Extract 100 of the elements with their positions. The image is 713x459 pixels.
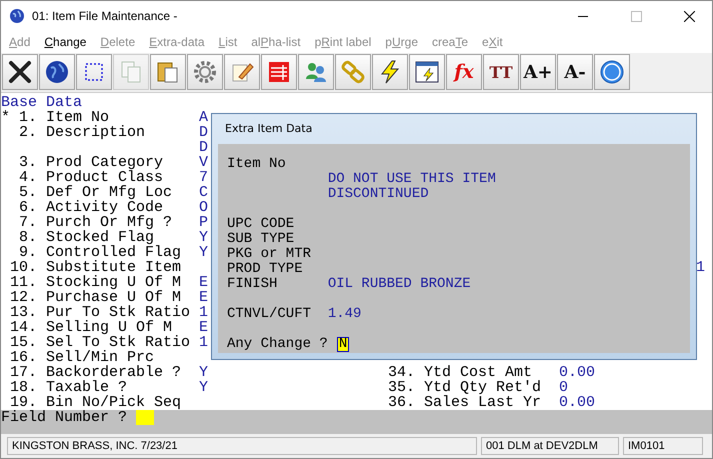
field-label: Sell/Min Prc (46, 348, 154, 366)
field-label: Selling U Of M (46, 318, 172, 336)
menu-item[interactable]: Change (44, 34, 86, 49)
dialog-title: Extra Item Data (224, 121, 314, 138)
field-number: 19. (10, 394, 38, 411)
font-glyph-icon: A- (564, 62, 586, 83)
field-value: 0.00 (559, 394, 596, 411)
close-icon (684, 10, 694, 22)
field-label: PROD TYPE (227, 260, 303, 277)
field-number: 5. (18, 184, 37, 201)
field-number: 15. (10, 334, 38, 351)
field-label: UPC CODE (227, 216, 294, 232)
status-pane: KINGSTON BRASS, INC. 7/23/21 (7, 437, 477, 456)
font-glyph-icon: TT (489, 62, 513, 82)
field-label: Item No (227, 156, 286, 172)
app-globe-icon (9, 8, 25, 24)
field-number: 9. (18, 244, 37, 261)
font-glyph-icon: A+ (523, 62, 553, 83)
current-field-marker: * (1, 108, 10, 126)
prompt-text: Field Number ? (1, 410, 128, 425)
field-label: Backorderable ? (46, 364, 182, 381)
field-number: 18. (10, 378, 38, 396)
field-value: Y (199, 228, 208, 246)
field-number: 8. (18, 228, 37, 246)
field-label: Pur To Stk Ratio (46, 304, 190, 321)
field-label: Description (46, 124, 146, 141)
field-number: 35. (388, 378, 416, 396)
field-label: PKG or MTR (227, 246, 312, 262)
toolbar-button[interactable] (372, 54, 408, 90)
field-label: Product Class (46, 168, 164, 186)
field-label: CTNVL/CUFT (227, 306, 312, 322)
field-value: E (199, 274, 208, 291)
field-number: 13. (10, 304, 38, 321)
toolbar-button[interactable] (2, 54, 38, 90)
field-label: Bin No/Pick Seq (46, 394, 182, 411)
window-lightning-icon (414, 59, 440, 86)
toolbar-button[interactable]: A- (557, 54, 593, 90)
field-value: 1 (199, 334, 208, 351)
field-value: P (199, 214, 208, 231)
field-label: Stocking U Of M (46, 274, 182, 291)
toolbar-button[interactable] (76, 54, 112, 90)
toolbar-button[interactable]: TT (483, 54, 519, 90)
field-number: 14. (10, 318, 38, 336)
globe-icon (44, 59, 70, 86)
status-pane: IM0101 (623, 437, 703, 456)
toolbar-button[interactable]: A+ (520, 54, 556, 90)
section-heading: Base Data (1, 94, 82, 110)
toolbar-button[interactable] (594, 54, 630, 90)
field-label: Activity Code (46, 198, 164, 216)
field-value: 1.49 (328, 306, 362, 322)
field-value: 1 (696, 260, 706, 275)
toolbar-button[interactable] (39, 54, 75, 90)
chain-link-icon (340, 59, 366, 86)
field-value: C (199, 184, 208, 201)
answer-field[interactable]: N (336, 336, 350, 352)
field-number: 3. (18, 154, 37, 171)
field-value: D (199, 138, 208, 156)
status-pane: 001 DLM at DEV2DLM (481, 437, 619, 456)
field-number: 7. (18, 214, 37, 231)
field-label: Sales Last Yr (424, 394, 542, 411)
field-value: 0.00 (559, 364, 596, 381)
toolbar-button[interactable] (409, 54, 445, 90)
font-glyph-icon: fx (454, 61, 474, 84)
maximize-icon (630, 10, 642, 22)
field-value: 0 (559, 378, 568, 396)
field-label: Stocked Flag (46, 228, 154, 246)
field-value: V (199, 154, 208, 171)
window-title: 01: Item File Maintenance - (32, 9, 178, 23)
field-number: 16. (10, 348, 38, 366)
field-value: D (199, 124, 208, 141)
field-value: Y (199, 378, 208, 396)
field-label: Ytd Qty Ret'd (424, 378, 542, 396)
field-label: Purch Or Mfg ? (46, 214, 172, 231)
toolbar-button[interactable]: fx (446, 54, 482, 90)
field-number: 11. (10, 274, 38, 291)
field-label: Def Or Mfg Loc (46, 184, 172, 201)
field-value: 7 (199, 168, 208, 186)
field-value: A (199, 108, 208, 126)
field-value: DO NOT USE THIS ITEM (328, 170, 496, 187)
field-value: DISCONTINUED (328, 186, 429, 202)
field-label: Purchase U Of M (46, 288, 182, 306)
field-number: 1. (18, 108, 37, 126)
field-value: E (199, 288, 208, 306)
field-number: 4. (18, 168, 37, 186)
field-label: Ytd Cost Amt (424, 364, 532, 381)
field-label: SUB TYPE (227, 230, 294, 247)
field-number: 17. (10, 364, 38, 381)
input-cursor[interactable] (136, 410, 154, 425)
gear-icon (192, 59, 218, 86)
field-value: Y (199, 244, 208, 261)
close-icon (7, 59, 33, 86)
field-number: 36. (388, 394, 416, 411)
field-value: O (199, 198, 208, 216)
field-label: FINISH (227, 276, 278, 292)
field-label: Sel To Stk Ratio (46, 334, 190, 351)
field-value: E (199, 318, 208, 336)
field-label: Taxable ? (46, 378, 128, 396)
field-number: 2. (18, 124, 37, 141)
field-value: OIL RUBBED BRONZE (328, 276, 471, 292)
field-value: 1 (199, 304, 208, 321)
